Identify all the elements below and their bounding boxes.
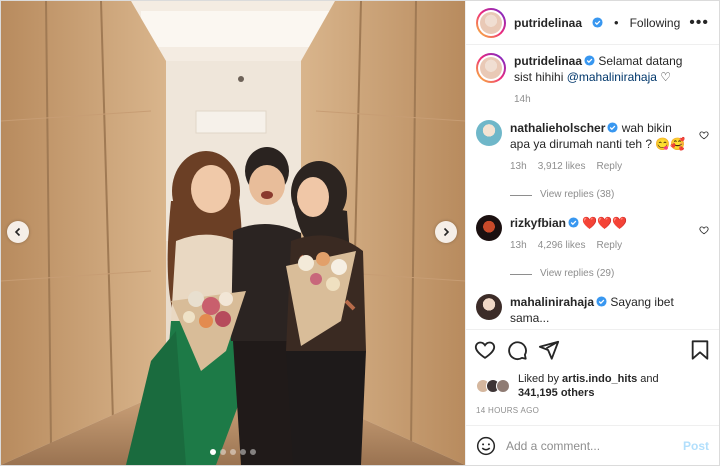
post-actions-bar: [466, 329, 719, 369]
caption-avatar[interactable]: [476, 53, 506, 83]
caption: putridelinaa Selamat datang sist hihihi …: [476, 53, 709, 108]
comment-text: ❤️❤️❤️: [582, 216, 628, 230]
view-replies-label: View replies (29): [540, 268, 615, 279]
replies-line: [510, 273, 532, 275]
post-details-panel: putridelinaa • Following ••• putridelina…: [465, 1, 719, 465]
add-comment-input[interactable]: [506, 438, 673, 453]
photo-scene: [1, 1, 465, 465]
comment-likes-link[interactable]: 3,912 likes: [538, 159, 586, 175]
commenter-username[interactable]: rizkyfbian: [510, 216, 566, 230]
following-button[interactable]: Following: [630, 16, 681, 30]
comment-item: rizkyfbian ❤️❤️❤️ 13h 4,296 likes Reply …: [476, 215, 709, 282]
commenter-avatar[interactable]: [476, 294, 502, 320]
liked-by-prefix: Liked by: [518, 373, 559, 385]
liked-by-user-link[interactable]: artis.indo_hits: [562, 373, 637, 385]
post-header: putridelinaa • Following •••: [466, 1, 719, 45]
caption-time: 14h: [514, 94, 531, 105]
verified-icon: [596, 296, 607, 307]
verified-icon: [592, 17, 603, 28]
caption-username[interactable]: putridelinaa: [514, 54, 582, 68]
comment-likes-link[interactable]: 4,296 likes: [538, 238, 586, 254]
post-comment-button[interactable]: Post: [683, 439, 709, 453]
comment-time: 13h: [510, 240, 527, 251]
carousel-dot: [210, 449, 216, 455]
comment-item: mahalinirahaja Sayang ibet sama...: [476, 294, 709, 326]
instagram-post: putridelinaa • Following ••• putridelina…: [0, 0, 720, 466]
view-replies-label: View replies (38): [540, 189, 615, 200]
commenter-username[interactable]: nathalieholscher: [510, 121, 605, 135]
caption-mention-link[interactable]: @mahalinirahaja: [567, 70, 657, 84]
like-heart-icon[interactable]: [474, 339, 496, 361]
post-photo[interactable]: [1, 1, 465, 465]
view-replies-button[interactable]: View replies (29): [510, 266, 695, 282]
author-avatar[interactable]: [476, 7, 506, 38]
heart-outline-emoji: ♡: [660, 70, 672, 84]
chevron-left-icon: [14, 227, 21, 237]
view-replies-button[interactable]: View replies (38): [510, 187, 695, 203]
carousel-dot: [220, 449, 226, 455]
reply-button[interactable]: Reply: [597, 159, 623, 175]
commenter-avatar[interactable]: [476, 120, 502, 146]
commenter-avatar[interactable]: [476, 215, 502, 241]
carousel-indicator: [1, 449, 465, 455]
reply-button[interactable]: Reply: [597, 238, 623, 254]
carousel-dot: [240, 449, 246, 455]
likes-count-link[interactable]: 341,195 others: [518, 387, 594, 399]
comments-list[interactable]: putridelinaa Selamat datang sist hihihi …: [466, 45, 719, 329]
next-photo-button[interactable]: [435, 221, 457, 243]
comment-item: nathalieholscher wah bikin apa ya diruma…: [476, 120, 709, 203]
post-timestamp[interactable]: 14 HOURS AGO: [466, 403, 719, 425]
like-comment-heart-icon[interactable]: [699, 130, 709, 140]
carousel-dot: [250, 449, 256, 455]
liked-by-joiner: and: [640, 373, 659, 385]
previous-photo-button[interactable]: [7, 221, 29, 243]
comment-time: 13h: [510, 161, 527, 172]
verified-icon: [607, 122, 618, 133]
liked-by-row: Liked by artis.indo_hits and 341,195 oth…: [466, 369, 719, 403]
header-separator: •: [614, 15, 619, 30]
replies-line: [510, 194, 532, 196]
verified-icon: [584, 55, 595, 66]
verified-icon: [568, 217, 579, 228]
liked-by-avatars[interactable]: [476, 379, 510, 393]
emoji-icon[interactable]: [476, 436, 496, 456]
carousel-dot: [230, 449, 236, 455]
commenter-username[interactable]: mahalinirahaja: [510, 295, 594, 309]
more-options-button[interactable]: •••: [689, 14, 709, 32]
share-icon[interactable]: [538, 339, 560, 361]
bookmark-icon[interactable]: [689, 339, 711, 361]
author-username[interactable]: putridelinaa: [514, 16, 582, 30]
add-comment-bar: Post: [466, 425, 719, 465]
chevron-right-icon: [443, 227, 450, 237]
like-comment-heart-icon[interactable]: [699, 225, 709, 235]
comment-icon[interactable]: [506, 339, 528, 361]
